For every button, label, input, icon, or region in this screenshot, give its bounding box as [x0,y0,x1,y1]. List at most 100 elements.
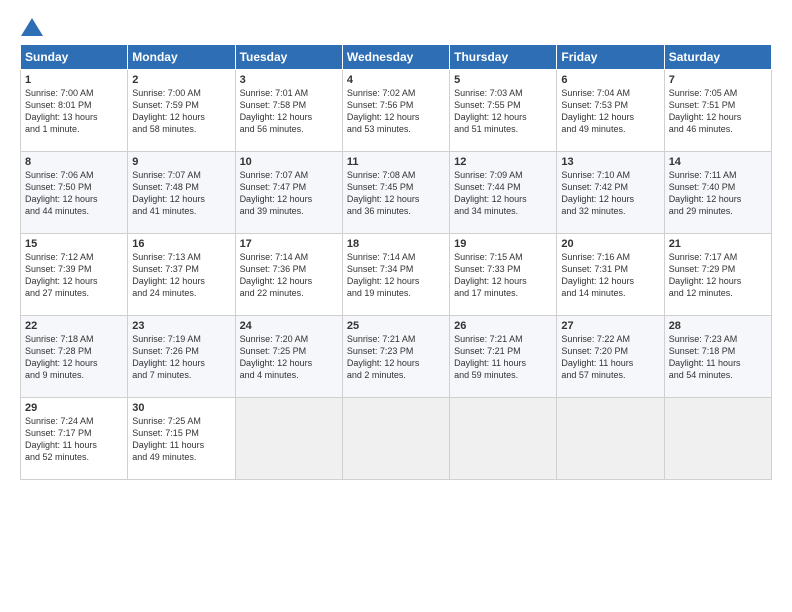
day-number: 21 [669,238,767,250]
table-row: 19Sunrise: 7:15 AMSunset: 7:33 PMDayligh… [450,234,557,316]
day-number: 30 [132,402,230,414]
calendar-header-row: Sunday Monday Tuesday Wednesday Thursday… [21,45,772,70]
day-info: Sunrise: 7:00 AMSunset: 7:59 PMDaylight:… [132,87,230,136]
logo [20,18,44,36]
col-sunday: Sunday [21,45,128,70]
day-info: Sunrise: 7:22 AMSunset: 7:20 PMDaylight:… [561,333,659,382]
day-info: Sunrise: 7:05 AMSunset: 7:51 PMDaylight:… [669,87,767,136]
table-row: 21Sunrise: 7:17 AMSunset: 7:29 PMDayligh… [664,234,771,316]
day-number: 4 [347,74,445,86]
logo-icon [21,18,43,36]
day-number: 22 [25,320,123,332]
table-row: 1Sunrise: 7:00 AMSunset: 8:01 PMDaylight… [21,70,128,152]
table-row [450,398,557,480]
day-info: Sunrise: 7:18 AMSunset: 7:28 PMDaylight:… [25,333,123,382]
header [20,18,772,36]
table-row: 9Sunrise: 7:07 AMSunset: 7:48 PMDaylight… [128,152,235,234]
table-row: 2Sunrise: 7:00 AMSunset: 7:59 PMDaylight… [128,70,235,152]
day-info: Sunrise: 7:11 AMSunset: 7:40 PMDaylight:… [669,169,767,218]
day-info: Sunrise: 7:25 AMSunset: 7:15 PMDaylight:… [132,415,230,464]
day-number: 27 [561,320,659,332]
table-row [557,398,664,480]
day-info: Sunrise: 7:17 AMSunset: 7:29 PMDaylight:… [669,251,767,300]
day-number: 23 [132,320,230,332]
day-number: 18 [347,238,445,250]
calendar: Sunday Monday Tuesday Wednesday Thursday… [20,44,772,480]
day-number: 16 [132,238,230,250]
day-number: 5 [454,74,552,86]
day-info: Sunrise: 7:13 AMSunset: 7:37 PMDaylight:… [132,251,230,300]
day-info: Sunrise: 7:08 AMSunset: 7:45 PMDaylight:… [347,169,445,218]
day-number: 24 [240,320,338,332]
table-row: 17Sunrise: 7:14 AMSunset: 7:36 PMDayligh… [235,234,342,316]
table-row: 24Sunrise: 7:20 AMSunset: 7:25 PMDayligh… [235,316,342,398]
day-info: Sunrise: 7:24 AMSunset: 7:17 PMDaylight:… [25,415,123,464]
day-info: Sunrise: 7:16 AMSunset: 7:31 PMDaylight:… [561,251,659,300]
day-number: 13 [561,156,659,168]
day-info: Sunrise: 7:21 AMSunset: 7:21 PMDaylight:… [454,333,552,382]
table-row: 10Sunrise: 7:07 AMSunset: 7:47 PMDayligh… [235,152,342,234]
day-number: 7 [669,74,767,86]
table-row [664,398,771,480]
day-number: 6 [561,74,659,86]
day-number: 26 [454,320,552,332]
day-number: 8 [25,156,123,168]
day-number: 3 [240,74,338,86]
day-info: Sunrise: 7:14 AMSunset: 7:36 PMDaylight:… [240,251,338,300]
table-row: 13Sunrise: 7:10 AMSunset: 7:42 PMDayligh… [557,152,664,234]
col-thursday: Thursday [450,45,557,70]
table-row: 29Sunrise: 7:24 AMSunset: 7:17 PMDayligh… [21,398,128,480]
table-row: 18Sunrise: 7:14 AMSunset: 7:34 PMDayligh… [342,234,449,316]
table-row: 28Sunrise: 7:23 AMSunset: 7:18 PMDayligh… [664,316,771,398]
table-row: 20Sunrise: 7:16 AMSunset: 7:31 PMDayligh… [557,234,664,316]
page: Sunday Monday Tuesday Wednesday Thursday… [0,0,792,612]
table-row: 3Sunrise: 7:01 AMSunset: 7:58 PMDaylight… [235,70,342,152]
day-info: Sunrise: 7:12 AMSunset: 7:39 PMDaylight:… [25,251,123,300]
day-info: Sunrise: 7:07 AMSunset: 7:48 PMDaylight:… [132,169,230,218]
day-info: Sunrise: 7:20 AMSunset: 7:25 PMDaylight:… [240,333,338,382]
table-row: 11Sunrise: 7:08 AMSunset: 7:45 PMDayligh… [342,152,449,234]
table-row: 23Sunrise: 7:19 AMSunset: 7:26 PMDayligh… [128,316,235,398]
day-info: Sunrise: 7:03 AMSunset: 7:55 PMDaylight:… [454,87,552,136]
table-row [235,398,342,480]
day-number: 17 [240,238,338,250]
day-number: 2 [132,74,230,86]
col-wednesday: Wednesday [342,45,449,70]
day-info: Sunrise: 7:15 AMSunset: 7:33 PMDaylight:… [454,251,552,300]
day-number: 25 [347,320,445,332]
col-tuesday: Tuesday [235,45,342,70]
day-number: 19 [454,238,552,250]
day-number: 1 [25,74,123,86]
table-row: 7Sunrise: 7:05 AMSunset: 7:51 PMDaylight… [664,70,771,152]
day-number: 15 [25,238,123,250]
day-number: 12 [454,156,552,168]
table-row: 5Sunrise: 7:03 AMSunset: 7:55 PMDaylight… [450,70,557,152]
day-info: Sunrise: 7:01 AMSunset: 7:58 PMDaylight:… [240,87,338,136]
day-number: 11 [347,156,445,168]
table-row: 26Sunrise: 7:21 AMSunset: 7:21 PMDayligh… [450,316,557,398]
day-info: Sunrise: 7:02 AMSunset: 7:56 PMDaylight:… [347,87,445,136]
day-number: 10 [240,156,338,168]
day-info: Sunrise: 7:06 AMSunset: 7:50 PMDaylight:… [25,169,123,218]
table-row: 14Sunrise: 7:11 AMSunset: 7:40 PMDayligh… [664,152,771,234]
day-info: Sunrise: 7:09 AMSunset: 7:44 PMDaylight:… [454,169,552,218]
table-row [342,398,449,480]
table-row: 27Sunrise: 7:22 AMSunset: 7:20 PMDayligh… [557,316,664,398]
table-row: 8Sunrise: 7:06 AMSunset: 7:50 PMDaylight… [21,152,128,234]
day-info: Sunrise: 7:10 AMSunset: 7:42 PMDaylight:… [561,169,659,218]
day-number: 28 [669,320,767,332]
day-info: Sunrise: 7:04 AMSunset: 7:53 PMDaylight:… [561,87,659,136]
day-info: Sunrise: 7:00 AMSunset: 8:01 PMDaylight:… [25,87,123,136]
table-row: 15Sunrise: 7:12 AMSunset: 7:39 PMDayligh… [21,234,128,316]
table-row: 25Sunrise: 7:21 AMSunset: 7:23 PMDayligh… [342,316,449,398]
day-number: 14 [669,156,767,168]
table-row: 12Sunrise: 7:09 AMSunset: 7:44 PMDayligh… [450,152,557,234]
col-monday: Monday [128,45,235,70]
table-row: 6Sunrise: 7:04 AMSunset: 7:53 PMDaylight… [557,70,664,152]
day-number: 9 [132,156,230,168]
day-info: Sunrise: 7:23 AMSunset: 7:18 PMDaylight:… [669,333,767,382]
day-number: 20 [561,238,659,250]
day-info: Sunrise: 7:19 AMSunset: 7:26 PMDaylight:… [132,333,230,382]
col-friday: Friday [557,45,664,70]
col-saturday: Saturday [664,45,771,70]
